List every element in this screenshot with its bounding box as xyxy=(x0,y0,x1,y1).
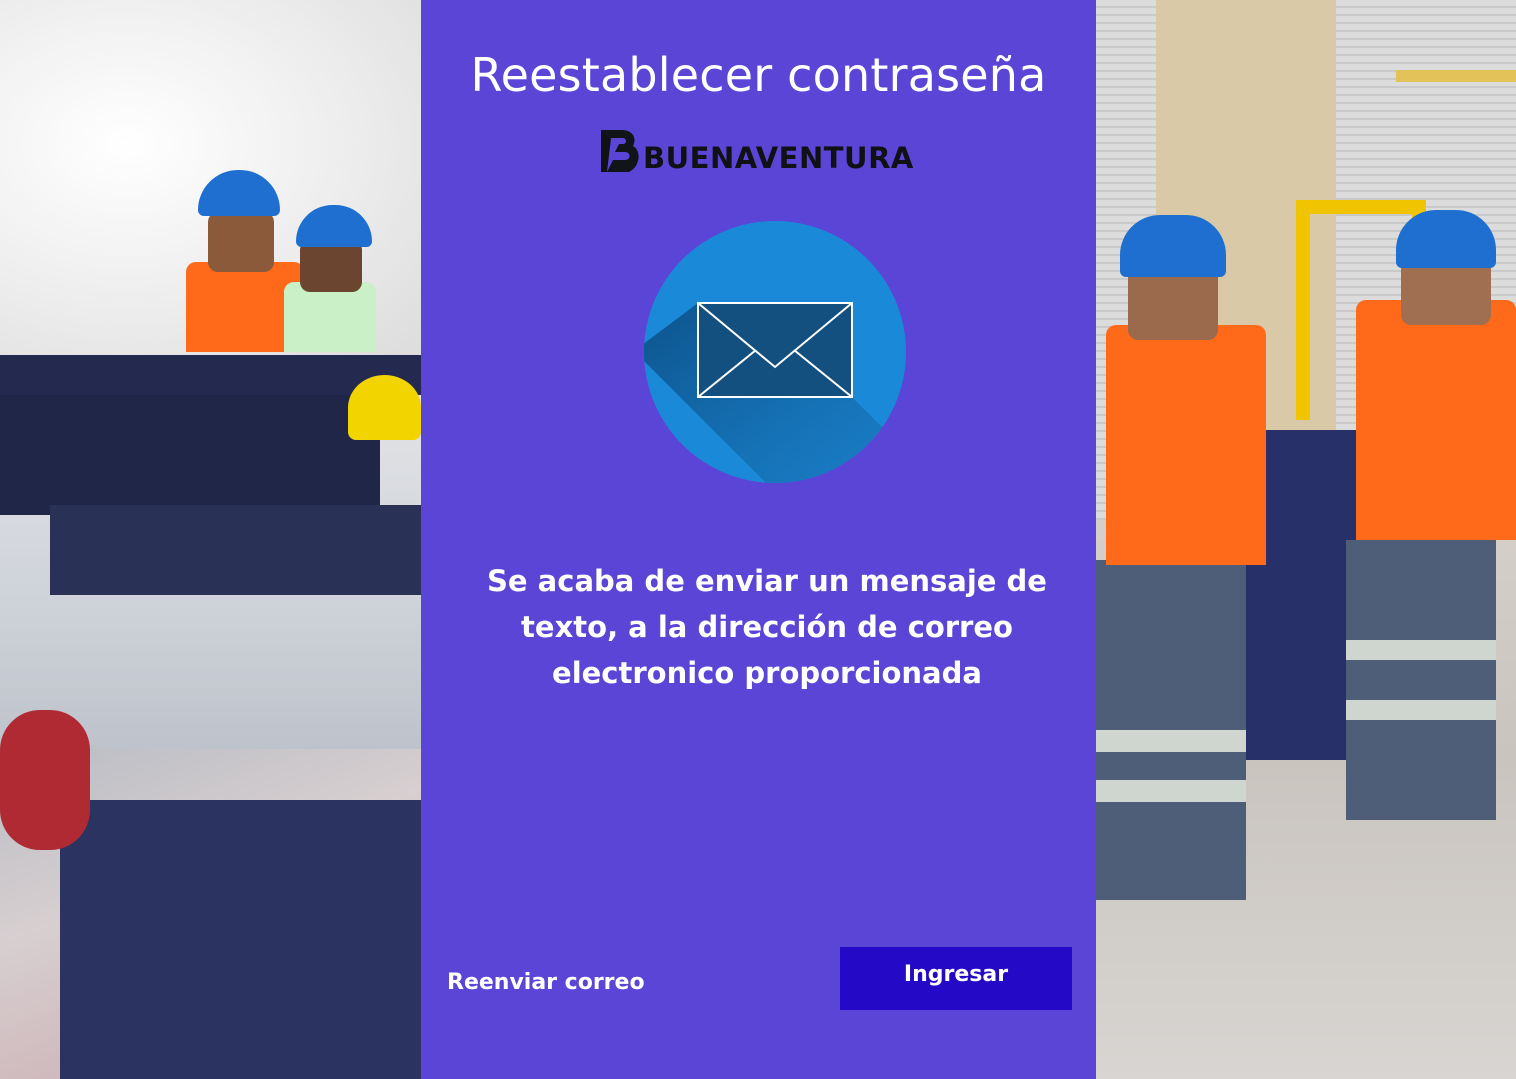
resend-email-link[interactable]: Reenviar correo xyxy=(447,970,645,995)
logo-text: BUENAVENTURA xyxy=(643,141,914,174)
page-title: Reestablecer contraseña xyxy=(470,48,1047,102)
envelope-icon xyxy=(644,221,906,483)
reset-password-panel: Reestablecer contraseña BUENAVENTURA Se … xyxy=(421,0,1096,1079)
buenaventura-logo: BUENAVENTURA xyxy=(601,130,914,174)
left-background-photo xyxy=(0,0,421,1079)
confirmation-message: Se acaba de enviar un mensaje de texto, … xyxy=(487,564,1047,690)
login-button[interactable]: Ingresar xyxy=(840,947,1072,1010)
right-background-photo xyxy=(1096,0,1516,1079)
